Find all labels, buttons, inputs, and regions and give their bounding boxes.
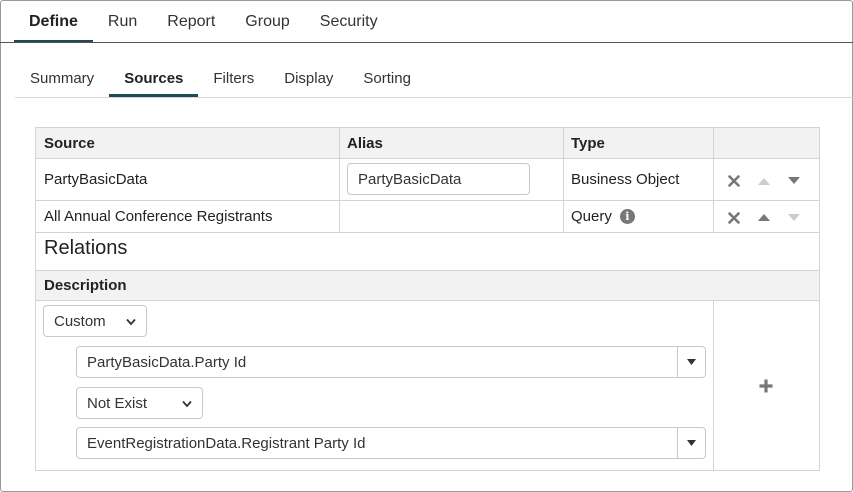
tab-define[interactable]: Define (14, 0, 93, 43)
tab-define-label: Define (29, 12, 78, 30)
tab-run-label: Run (107, 12, 138, 30)
relations-title: Relations (44, 237, 128, 259)
left-field-value: PartyBasicData.Party Id (87, 353, 247, 371)
row-divider (36, 232, 819, 233)
tab-report-label: Report (167, 12, 216, 30)
tab-sorting-label: Sorting (363, 70, 411, 87)
col-divider (713, 300, 714, 471)
header-type: Type (571, 134, 605, 152)
info-icon[interactable]: i (619, 208, 635, 224)
tab-summary[interactable]: Summary (15, 60, 109, 97)
row-divider (36, 270, 819, 271)
tab-summary-label: Summary (30, 70, 95, 87)
triangle-up-icon[interactable] (756, 209, 772, 225)
close-x-icon[interactable] (726, 210, 742, 226)
tab-display-label: Display (284, 70, 334, 87)
close-x-icon[interactable] (726, 173, 742, 189)
row-divider (36, 300, 819, 301)
sources-table: Source Alias Type PartyBasicData Busines… (35, 127, 820, 471)
tab-group[interactable]: Group (230, 0, 304, 43)
row1-alias-input[interactable] (347, 163, 530, 195)
row2-type: Query (571, 207, 612, 225)
tab-sorting[interactable]: Sorting (348, 60, 426, 97)
header-description: Description (44, 276, 127, 294)
row1-type: Business Object (571, 170, 680, 188)
row2-source: All Annual Conference Registrants (44, 207, 273, 225)
col-divider (713, 128, 714, 232)
sources-header-row (36, 128, 819, 158)
row1-source: PartyBasicData (44, 170, 148, 188)
relations-header-row (36, 270, 819, 300)
chevron-down-icon (182, 395, 192, 412)
tab-report[interactable]: Report (152, 0, 230, 43)
relation-mode-select[interactable]: Custom (43, 305, 147, 337)
chevron-down-icon (126, 313, 136, 330)
tab-display[interactable]: Display (269, 60, 348, 97)
triangle-down-icon[interactable] (786, 172, 802, 188)
top-tab-divider (0, 42, 853, 43)
row2-type-cell: Query i (563, 200, 635, 232)
tab-sources-label: Sources (124, 70, 184, 87)
tab-group-label: Group (245, 12, 290, 30)
plus-icon[interactable] (758, 378, 774, 398)
tab-run[interactable]: Run (93, 0, 152, 43)
header-alias: Alias (347, 134, 383, 152)
relation-mode-value: Custom (54, 312, 106, 330)
sub-tab-bar: Summary Sources Filters Display Sorting (15, 60, 853, 97)
triangle-up-icon (756, 173, 772, 189)
top-tab-bar: Define Run Report Group Security (14, 0, 853, 43)
row-divider (36, 158, 819, 159)
tab-filters[interactable]: Filters (198, 60, 269, 97)
operator-value: Not Exist (87, 394, 148, 412)
sub-tab-divider (15, 97, 853, 98)
right-field-value: EventRegistrationData.Registrant Party I… (87, 434, 366, 452)
dropdown-arrow-icon (677, 428, 705, 458)
tab-sources[interactable]: Sources (109, 60, 199, 97)
triangle-down-icon (786, 209, 802, 225)
operator-select[interactable]: Not Exist (76, 387, 203, 419)
tab-security-label: Security (319, 12, 378, 30)
tab-security[interactable]: Security (305, 0, 393, 43)
header-source: Source (44, 134, 95, 152)
left-field-select[interactable]: PartyBasicData.Party Id (76, 346, 706, 378)
right-field-select[interactable]: EventRegistrationData.Registrant Party I… (76, 427, 706, 459)
tab-filters-label: Filters (213, 70, 255, 87)
dropdown-arrow-icon (677, 347, 705, 377)
